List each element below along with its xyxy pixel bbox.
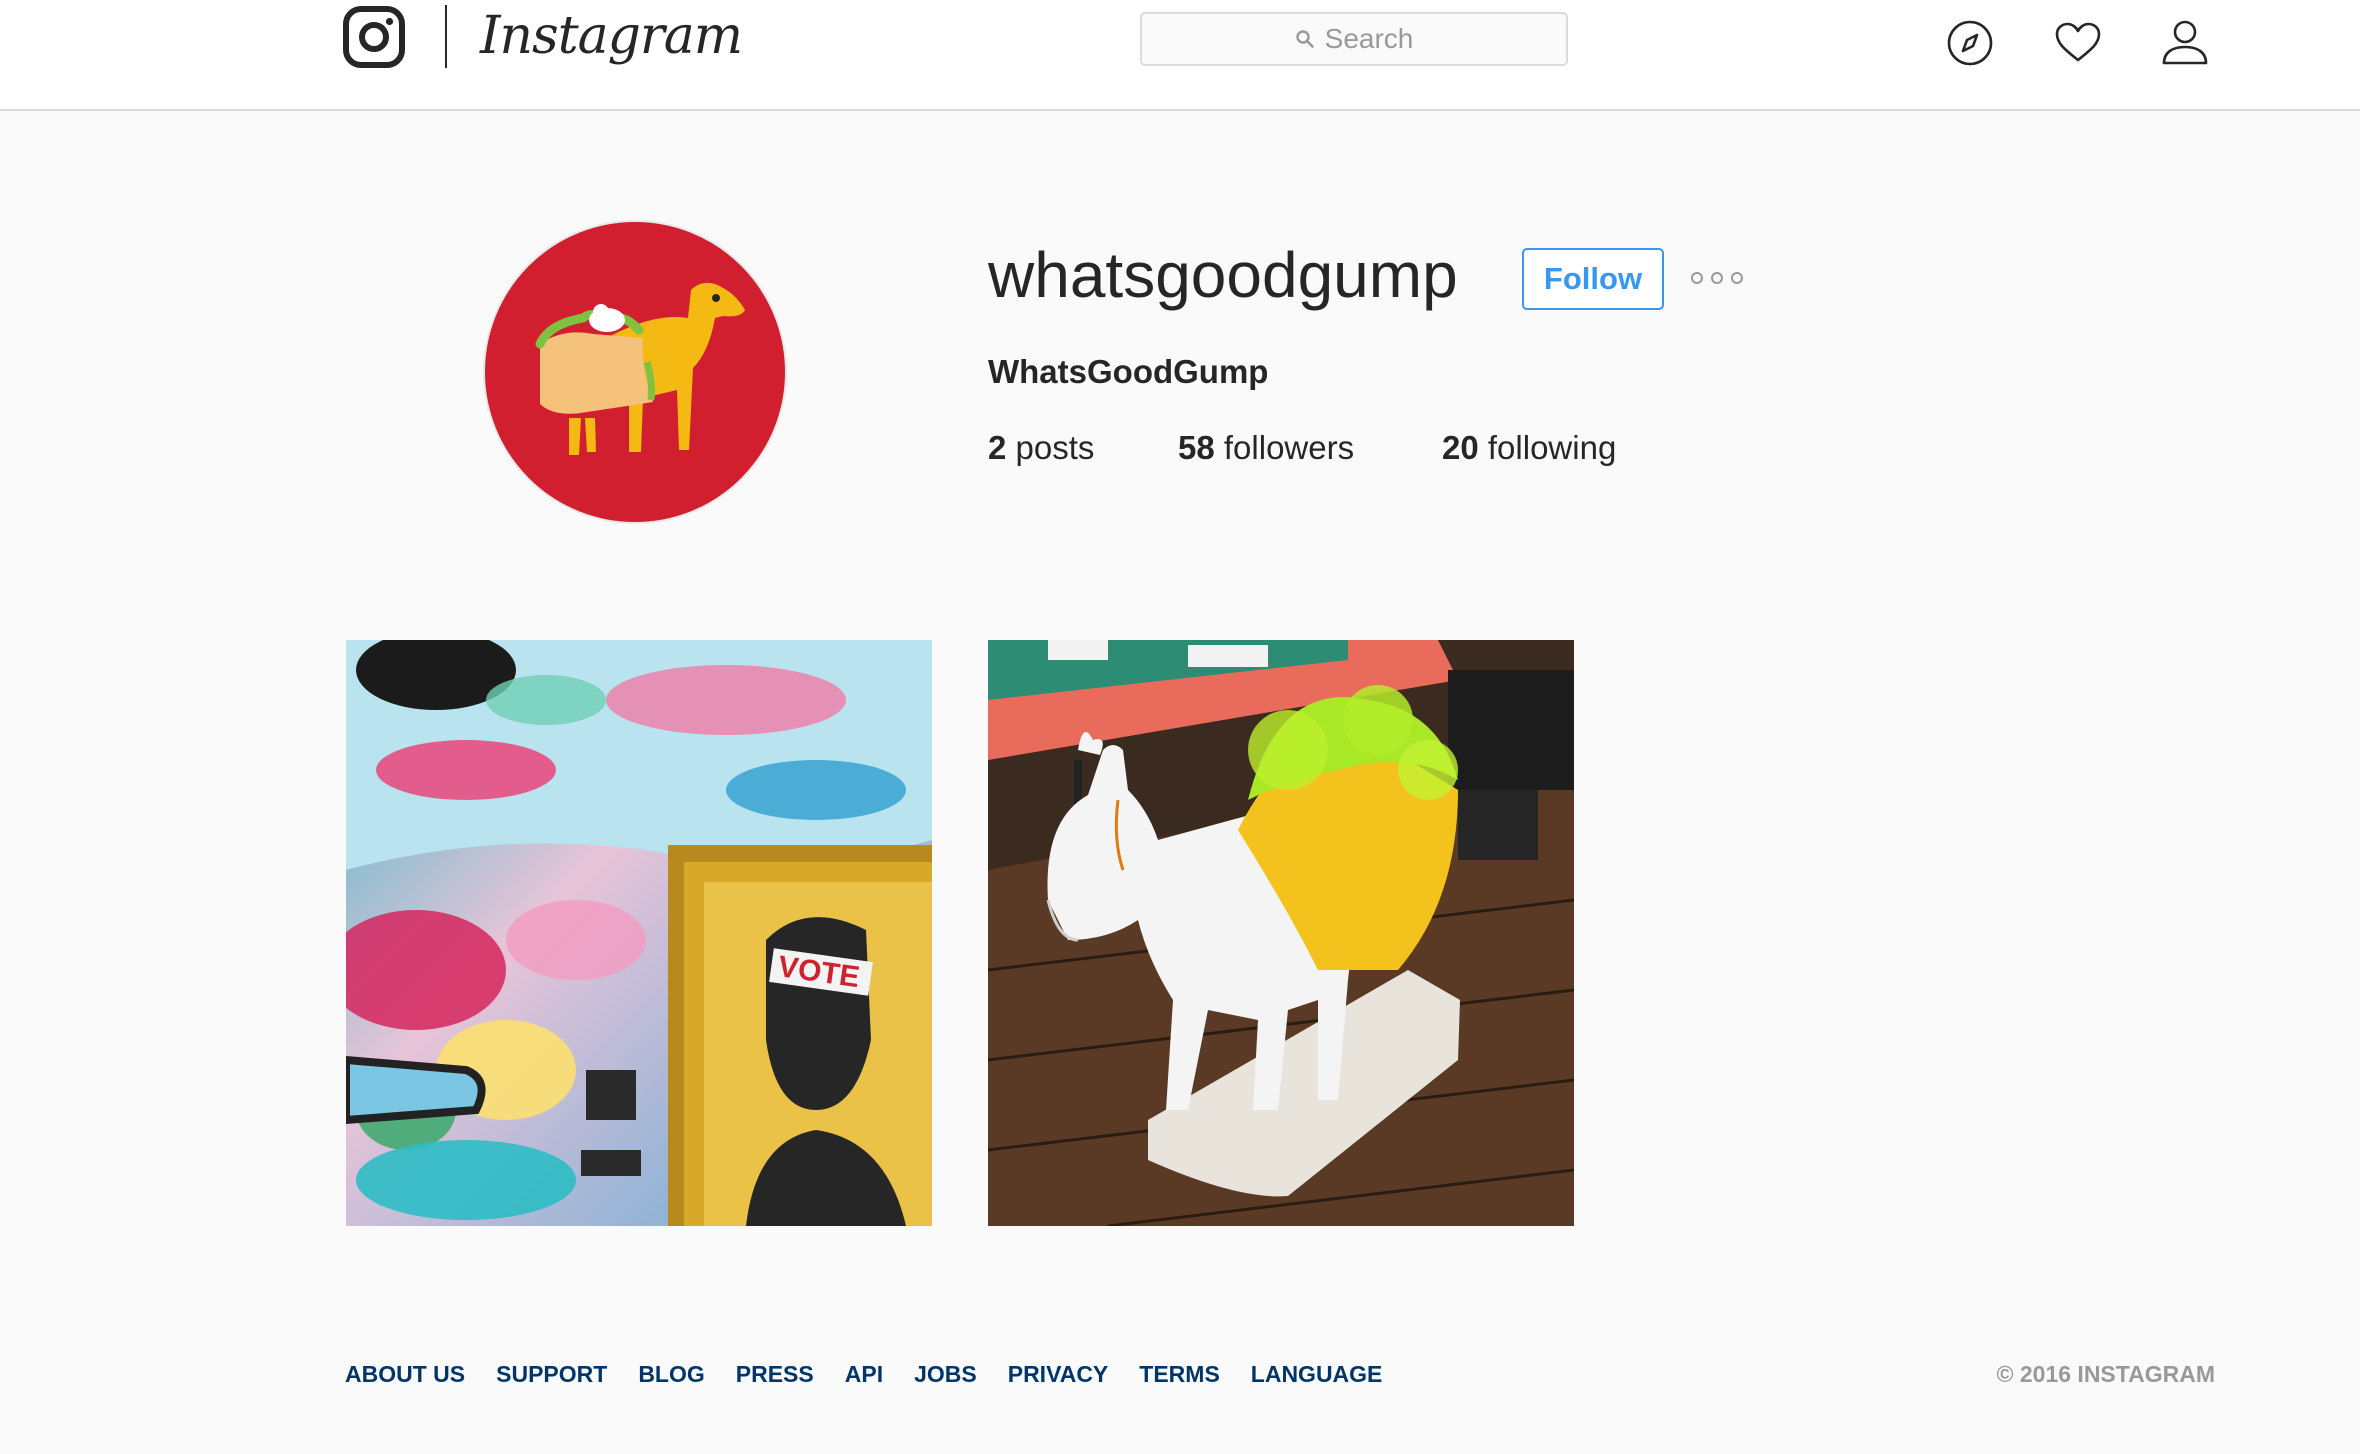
follow-button[interactable]: Follow xyxy=(1522,248,1664,310)
search-icon xyxy=(1295,30,1314,48)
posts-label: posts xyxy=(1015,429,1095,466)
footer-link-press[interactable]: PRESS xyxy=(736,1356,814,1392)
profile-username: whatsgoodgump xyxy=(988,239,1458,311)
search-placeholder: Search xyxy=(1324,23,1414,54)
followers-count: 58 xyxy=(1178,429,1215,466)
footer-link-terms[interactable]: TERMS xyxy=(1139,1356,1220,1392)
search-input[interactable]: Search xyxy=(1140,12,1568,66)
copyright-text: © 2016 INSTAGRAM xyxy=(1996,1361,2215,1387)
footer-link-about-us[interactable]: ABOUT US xyxy=(345,1356,465,1392)
compass-icon[interactable] xyxy=(1945,18,1995,68)
footer-link-support[interactable]: SUPPORT xyxy=(496,1356,607,1392)
heart-icon[interactable] xyxy=(2053,18,2103,68)
painted-car-interior-photo: VOTE xyxy=(346,640,932,1226)
profile-full-name: WhatsGoodGump xyxy=(988,353,1269,390)
taco-llama-sculpture-photo xyxy=(988,640,1574,1226)
more-options-icon[interactable] xyxy=(1690,266,1744,290)
footer-link-language[interactable]: LANGUAGE xyxy=(1251,1356,1383,1392)
footer-link-blog[interactable]: BLOG xyxy=(638,1356,704,1392)
posts-count-stat: 2 posts xyxy=(988,425,1094,471)
footer-link-jobs[interactable]: JOBS xyxy=(914,1356,977,1392)
instagram-glyph-icon[interactable] xyxy=(343,6,405,68)
posts-count: 2 xyxy=(988,429,1007,466)
following-count: 20 xyxy=(1442,429,1479,466)
footer-link-privacy[interactable]: PRIVACY xyxy=(1008,1356,1109,1392)
footer-links: ABOUT US SUPPORT BLOG PRESS API JOBS PRI… xyxy=(345,1356,1413,1392)
footer-link-api[interactable]: API xyxy=(845,1356,883,1392)
profile-avatar[interactable] xyxy=(483,220,787,524)
top-nav-bar: Instagram Search xyxy=(0,0,2360,111)
person-icon[interactable] xyxy=(2160,18,2210,68)
post-thumbnail[interactable]: VOTE xyxy=(346,640,932,1226)
following-label: following xyxy=(1487,429,1617,466)
logo-divider xyxy=(445,5,447,68)
instagram-wordmark[interactable]: Instagram xyxy=(480,0,743,76)
post-thumbnail[interactable] xyxy=(988,640,1574,1226)
followers-label: followers xyxy=(1223,429,1355,466)
following-link[interactable]: 20 following xyxy=(1442,425,1616,471)
followers-link[interactable]: 58 followers xyxy=(1178,425,1354,471)
